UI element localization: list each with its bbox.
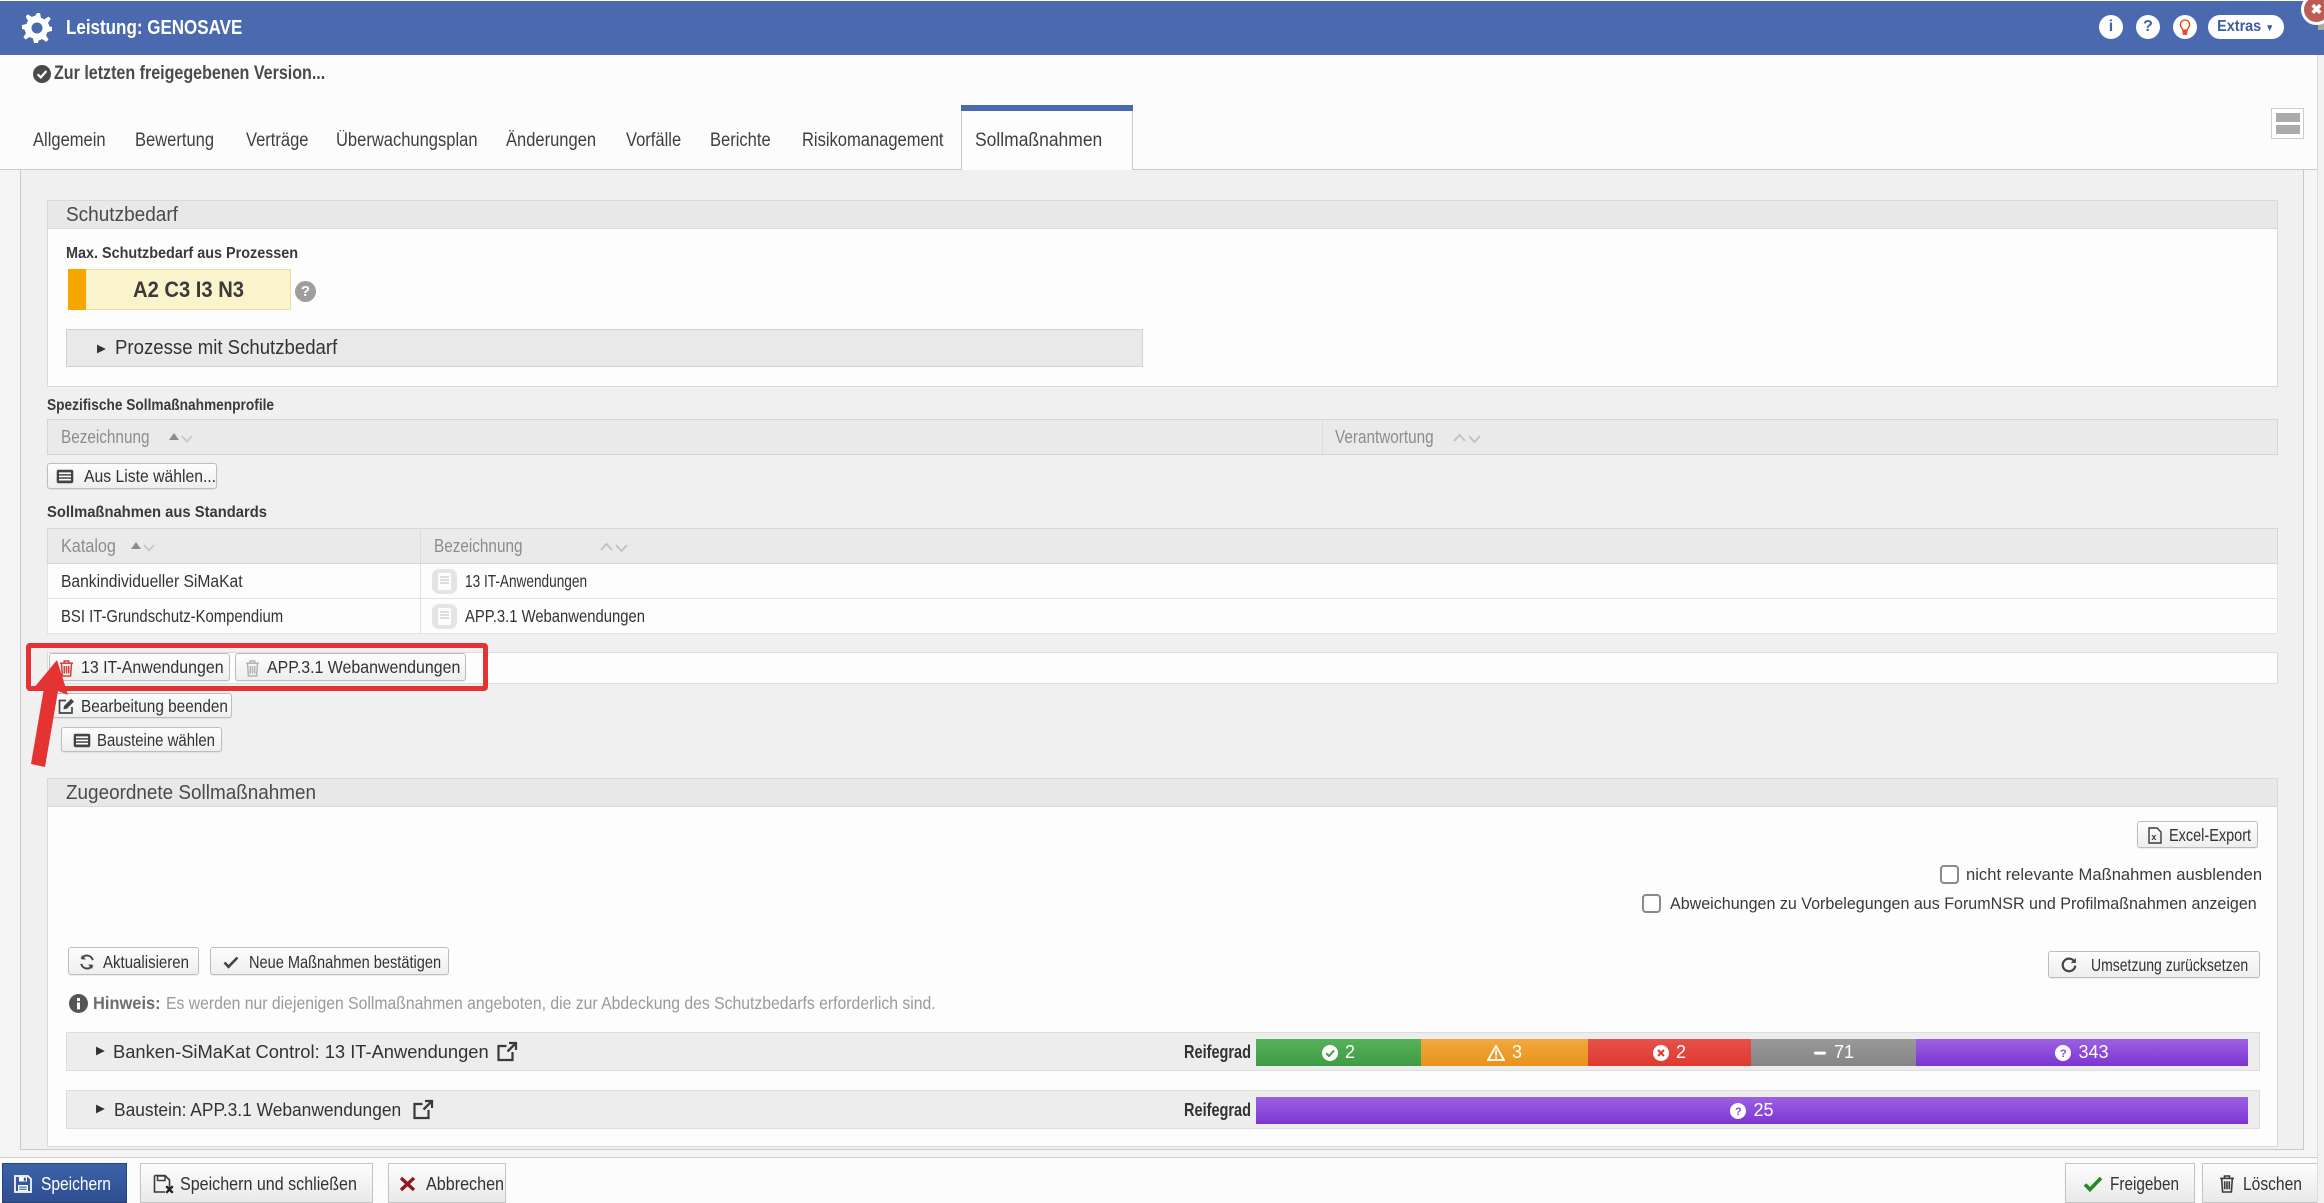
svg-text:?: ? [2060, 1048, 2067, 1060]
svg-text:?: ? [1735, 1106, 1742, 1118]
svg-text:x: x [2151, 832, 2156, 842]
